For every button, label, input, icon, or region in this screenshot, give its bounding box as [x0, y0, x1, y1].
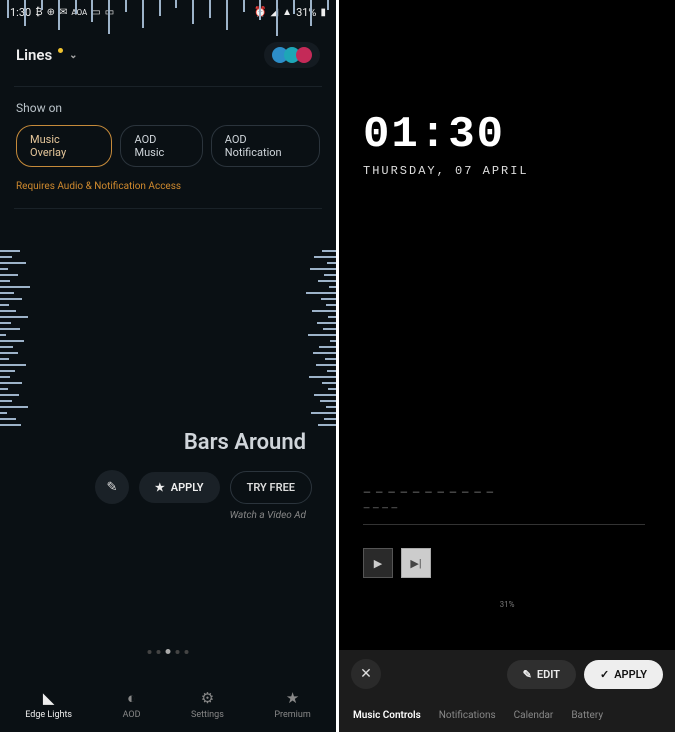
next-button[interactable]: ▶|	[401, 548, 431, 578]
apply-button[interactable]: ★ APPLY	[139, 472, 220, 503]
status-icon: ✉	[59, 7, 67, 18]
star-icon: ★	[286, 689, 299, 707]
permission-warning[interactable]: Requires Audio & Notification Access	[0, 177, 336, 208]
signal-icon: ◢	[270, 7, 278, 18]
tab-calendar[interactable]: Calendar	[514, 710, 554, 721]
right-screenshot: 01:30 THURSDAY, 07 APRIL — — — — — — — —…	[339, 0, 675, 732]
battery-text: 31%	[296, 6, 316, 19]
aod-clock: 01:30	[339, 0, 675, 160]
pencil-icon: ✎	[523, 668, 532, 681]
chip-aod-notification[interactable]: AOD Notification	[211, 125, 320, 167]
aod-icon: ◐	[127, 689, 136, 707]
edit-button[interactable]: ✎ EDIT	[507, 660, 576, 689]
chevron-down-icon: ⌄	[69, 50, 77, 61]
status-icon: ₿	[35, 7, 42, 18]
play-icon: ▶	[374, 557, 382, 570]
section-label: Show on	[0, 87, 336, 125]
wifi-icon: ▲	[282, 7, 292, 18]
close-icon: ✕	[360, 666, 372, 682]
ad-note: Watch a Video Ad	[230, 510, 306, 521]
nav-label: Edge Lights	[25, 710, 72, 720]
next-icon: ▶|	[410, 557, 421, 570]
tab-notifications[interactable]: Notifications	[439, 710, 496, 721]
edge-lights-icon: ◣	[43, 689, 55, 707]
try-free-button[interactable]: TRY FREE	[230, 471, 312, 504]
gear-icon: ⚙	[201, 689, 214, 707]
status-icon: ▭	[91, 7, 100, 18]
dropdown-label: Lines	[16, 46, 52, 64]
apply-label: APPLY	[614, 668, 647, 681]
status-bar: 1:30 ₿ ⊕ ✉ AOA ▭ ▭ ⏰ ◢ ▲ 31% ▮	[0, 0, 336, 24]
nav-aod[interactable]: ◐ AOD	[123, 689, 141, 720]
play-button[interactable]: ▶	[363, 548, 393, 578]
visualizer-left	[0, 250, 30, 426]
apply-label: APPLY	[171, 481, 204, 494]
track-artist-placeholder: — — — —	[363, 504, 398, 514]
close-button[interactable]: ✕	[351, 659, 381, 689]
visualizer-right	[306, 250, 336, 426]
check-icon: ✓	[600, 668, 609, 681]
effect-actions: ✎ ★ APPLY TRY FREE	[95, 470, 312, 504]
seek-bar[interactable]	[363, 524, 645, 525]
aod-battery: 31%	[500, 600, 515, 609]
color-swatch	[296, 47, 312, 63]
tab-music-controls[interactable]: Music Controls	[353, 710, 421, 721]
nav-premium[interactable]: ★ Premium	[274, 689, 310, 720]
nav-label: Premium	[274, 710, 310, 720]
effect-name: Bars Around	[184, 430, 306, 455]
nav-label: AOD	[123, 710, 141, 720]
edit-label: EDIT	[537, 668, 560, 681]
header: Lines ⌄	[0, 24, 336, 86]
pencil-icon: ✎	[106, 480, 117, 495]
apply-button[interactable]: ✓ APPLY	[584, 660, 663, 689]
nav-settings[interactable]: ⚙ Settings	[191, 689, 224, 720]
nav-edge-lights[interactable]: ◣ Edge Lights	[25, 689, 72, 720]
nav-label: Settings	[191, 710, 224, 720]
status-time: 1:30	[10, 6, 31, 19]
chip-aod-music[interactable]: AOD Music	[120, 125, 202, 167]
aod-date: THURSDAY, 07 APRIL	[339, 160, 675, 178]
status-icon: ⊕	[47, 7, 55, 18]
star-icon: ★	[155, 481, 165, 494]
show-on-chips: Music Overlay AOD Music AOD Notification	[0, 125, 336, 177]
chip-music-overlay[interactable]: Music Overlay	[16, 125, 112, 167]
media-controls: ▶ ▶|	[363, 548, 431, 578]
left-screenshot: 1:30 ₿ ⊕ ✉ AOA ▭ ▭ ⏰ ◢ ▲ 31% ▮ Lines ⌄ S	[0, 0, 336, 732]
effect-dropdown[interactable]: Lines ⌄	[16, 46, 78, 64]
track-title-placeholder: — — — — — — — — — — —	[363, 488, 495, 499]
alarm-icon: ⏰	[254, 7, 266, 18]
try-free-label: TRY FREE	[247, 481, 295, 494]
divider	[14, 208, 322, 209]
bottom-tabs[interactable]: Music Controls Notifications Calendar Ba…	[339, 698, 675, 732]
color-picker-button[interactable]	[264, 42, 320, 68]
status-icon: ▭	[105, 7, 114, 18]
bottom-nav: ◣ Edge Lights ◐ AOD ⚙ Settings ★ Premium	[0, 676, 336, 732]
new-dot-icon	[58, 48, 63, 53]
status-icon: AOA	[71, 8, 87, 17]
editor-actions: ✕ ✎ EDIT ✓ APPLY	[339, 650, 675, 698]
edit-button[interactable]: ✎	[95, 470, 129, 504]
pager-dots[interactable]	[148, 649, 189, 654]
tab-battery[interactable]: Battery	[571, 710, 603, 721]
battery-icon: ▮	[320, 7, 326, 18]
